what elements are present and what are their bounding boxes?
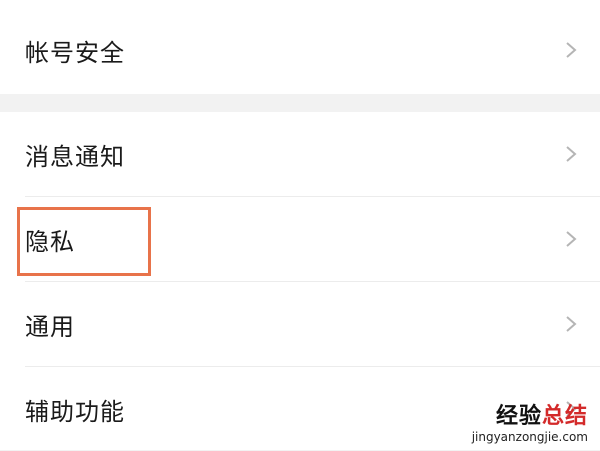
watermark-title: 经验总结	[472, 404, 588, 430]
settings-item-label: 帐号安全	[25, 38, 125, 67]
chevron-right-icon	[564, 229, 578, 249]
settings-item-label: 通用	[25, 312, 75, 341]
settings-item-notifications[interactable]: 消息通知	[0, 112, 600, 196]
settings-item-general[interactable]: 通用	[0, 282, 600, 366]
chevron-right-icon	[564, 314, 578, 334]
chevron-right-icon	[564, 144, 578, 164]
settings-item-label: 隐私	[25, 227, 75, 256]
chevron-right-icon	[564, 40, 578, 60]
settings-item-label: 辅助功能	[25, 397, 125, 426]
settings-item-privacy[interactable]: 隐私	[0, 197, 600, 281]
watermark-url: jingyanzongjie.com	[471, 430, 588, 444]
watermark-title-part2: 总结	[541, 404, 588, 429]
settings-item-label: 消息通知	[25, 142, 125, 171]
settings-item-account-security[interactable]: 帐号安全	[0, 8, 600, 92]
watermark: 经验总结 jingyanzongjie.com	[472, 404, 588, 444]
watermark-title-part1: 经验	[495, 404, 542, 429]
settings-group-account: 帐号安全	[0, 6, 600, 94]
settings-group-main: 消息通知 隐私 通用 辅助功能	[0, 112, 600, 450]
